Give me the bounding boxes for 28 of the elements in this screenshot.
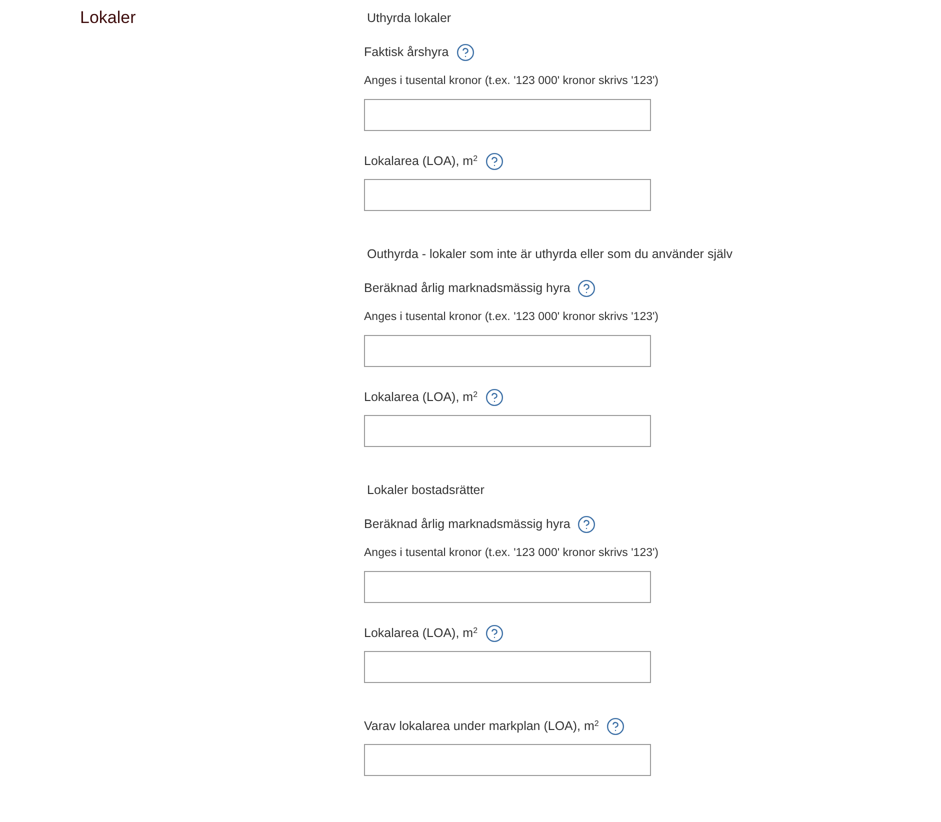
input-field[interactable] bbox=[364, 99, 651, 131]
input-field[interactable] bbox=[364, 335, 651, 367]
input-field[interactable] bbox=[364, 651, 651, 683]
help-icon[interactable] bbox=[577, 514, 596, 534]
help-icon[interactable] bbox=[577, 278, 596, 298]
field-hint: Anges i tusental kronor (t.ex. '123 000' kronor skrivs '123') bbox=[364, 546, 659, 561]
help-icon[interactable] bbox=[606, 716, 625, 736]
help-icon[interactable] bbox=[484, 152, 504, 170]
help-icon[interactable] bbox=[484, 624, 504, 642]
field-label: Lokalarea (LOA), m$^{2}$ bbox=[364, 625, 478, 642]
field-label: Lokalarea (LOA), m$^{2}$ bbox=[364, 389, 478, 406]
input-field[interactable] bbox=[364, 744, 651, 776]
field-label: Faktisk årshyra bbox=[364, 44, 449, 61]
field-label: Beräknad årlig marknadsmässig hyra bbox=[364, 280, 570, 297]
group-title: Uthyrda lokaler bbox=[366, 10, 452, 27]
help-icon[interactable] bbox=[456, 42, 475, 62]
field-label: Beräknad årlig marknadsmässig hyra bbox=[364, 516, 570, 533]
help-icon[interactable] bbox=[484, 388, 504, 406]
input-field[interactable] bbox=[364, 179, 651, 211]
section-heading: Lokaler bbox=[80, 7, 136, 29]
field-hint: Anges i tusental kronor (t.ex. '123 000' kronor skrivs '123') bbox=[364, 310, 659, 325]
group-title: Outhyrda - lokaler som inte är uthyrda eller som du använder själv bbox=[366, 246, 732, 263]
input-field[interactable] bbox=[364, 571, 651, 603]
input-field[interactable] bbox=[364, 415, 651, 447]
field-hint: Anges i tusental kronor (t.ex. '123 000' kronor skrivs '123') bbox=[364, 74, 659, 89]
group-title: Lokaler bostadsrätter bbox=[366, 482, 484, 499]
field-label: Varav lokalarea under markplan (LOA), m$^{2}$ bbox=[364, 718, 599, 735]
field-label: Lokalarea (LOA), m$^{2}$ bbox=[364, 153, 478, 170]
